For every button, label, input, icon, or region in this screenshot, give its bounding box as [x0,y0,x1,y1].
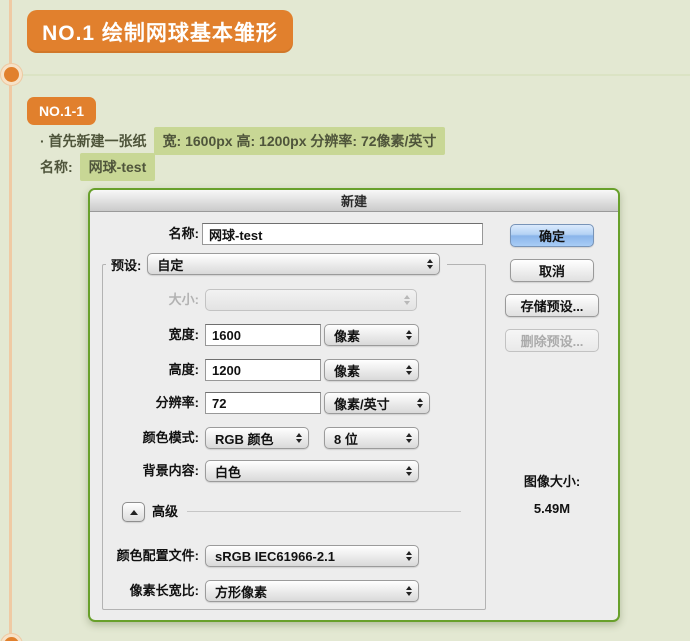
size-label: 大小: [90,289,199,311]
width-unit-value: 像素 [334,326,400,345]
stepper-arrows-icon [417,398,423,408]
resolution-label: 分辨率: [90,392,199,414]
note-line-2-highlight: 网球-test [80,153,156,181]
pixel-aspect-label: 像素长宽比: [90,580,199,602]
stepper-arrows-icon [404,295,410,305]
stepper-arrows-icon [406,551,412,561]
background-contents-dropdown[interactable]: 白色 [205,460,419,482]
height-unit-dropdown[interactable]: 像素 [324,359,419,381]
height-label: 高度: [90,359,199,381]
name-input[interactable] [202,223,483,245]
bit-depth-value: 8 位 [334,429,400,448]
pixel-aspect-dropdown[interactable]: 方形像素 [205,580,419,602]
stepper-arrows-icon [406,433,412,443]
collapse-triangle-icon [130,510,138,515]
color-profile-value: sRGB IEC61966-2.1 [215,549,400,564]
stepper-arrows-icon [406,365,412,375]
color-mode-dropdown[interactable]: RGB 颜色 [205,427,309,449]
note-line-2-label: 名称: [40,157,73,177]
note-line-1-prefix: · 首先新建一张纸 [40,131,147,151]
advanced-divider [187,511,461,512]
resolution-unit-value: 像素/英寸 [334,394,411,413]
width-input[interactable] [205,324,321,346]
note-line-1-highlight: 宽: 1600px 高: 1200px 分辨率: 72像素/英寸 [154,127,446,155]
image-size-value: 5.49M [490,501,614,516]
page-background: NO.1 绘制网球基本雏形 NO.1-1 · 首先新建一张纸 宽: 1600px… [0,0,690,641]
stepper-arrows-icon [406,330,412,340]
stepper-arrows-icon [296,433,302,443]
height-unit-value: 像素 [334,361,400,380]
background-contents-label: 背景内容: [90,460,199,482]
preset-label: 预设: [111,255,141,274]
timeline-vertical-line [9,0,12,641]
delete-preset-button: 删除预设... [505,329,599,352]
dialog-titlebar[interactable]: 新建 [90,190,618,212]
ok-button[interactable]: 确定 [510,224,594,247]
stepper-arrows-icon [406,466,412,476]
color-profile-dropdown[interactable]: sRGB IEC61966-2.1 [205,545,419,567]
resolution-unit-dropdown[interactable]: 像素/英寸 [324,392,430,414]
stepper-arrows-icon [427,259,433,269]
timeline-node-top-dot [4,67,19,82]
timeline-horizontal-line [21,74,690,76]
width-unit-dropdown[interactable]: 像素 [324,324,419,346]
preset-dropdown-value: 自定 [157,255,421,274]
new-document-dialog: 新建 名称: 确定 取消 存储预设... 删除预设... 预设: 自定 大小: … [88,188,620,622]
advanced-label: 高级 [152,502,178,522]
background-contents-value: 白色 [215,462,400,481]
stepper-arrows-icon [406,586,412,596]
resolution-input[interactable] [205,392,321,414]
name-label: 名称: [90,223,199,245]
note-line-1: · 首先新建一张纸 宽: 1600px 高: 1200px 分辨率: 72像素/… [40,127,445,155]
section-title-badge: NO.1 绘制网球基本雏形 [27,10,293,53]
dialog-title: 新建 [341,191,367,210]
preset-dropdown[interactable]: 自定 [147,253,440,275]
step-badge: NO.1-1 [27,97,96,125]
save-preset-button[interactable]: 存储预设... [505,294,599,317]
width-label: 宽度: [90,324,199,346]
preset-row: 预设: 自定 [106,253,447,275]
color-mode-label: 颜色模式: [90,427,199,449]
image-size-label: 图像大小: [490,471,614,490]
note-line-2: 名称: 网球-test [40,153,155,181]
advanced-disclosure-button[interactable] [122,502,145,522]
pixel-aspect-value: 方形像素 [215,582,400,601]
color-mode-value: RGB 颜色 [215,429,290,448]
size-dropdown [205,289,417,311]
cancel-button[interactable]: 取消 [510,259,594,282]
height-input[interactable] [205,359,321,381]
bit-depth-dropdown[interactable]: 8 位 [324,427,419,449]
color-profile-label: 颜色配置文件: [90,545,199,567]
